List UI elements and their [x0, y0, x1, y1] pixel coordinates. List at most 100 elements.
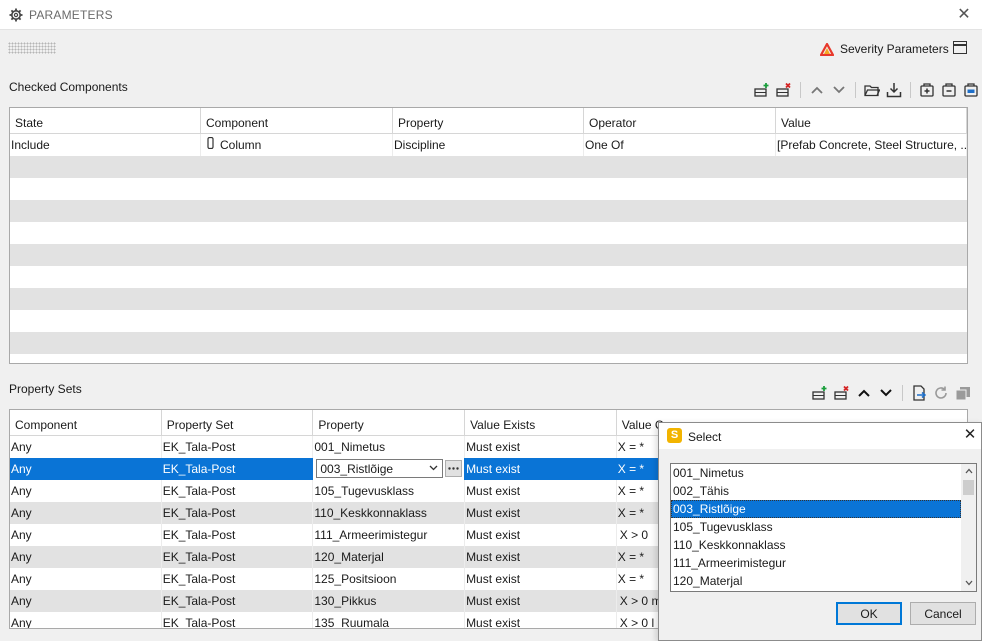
empty-row: [10, 244, 967, 266]
column-icon: [207, 137, 214, 149]
cell-value-exists[interactable]: Must exist: [465, 458, 617, 480]
add-row-icon[interactable]: [811, 384, 829, 402]
select-dialog-titlebar[interactable]: S Select ✕: [659, 423, 981, 449]
scroll-down-icon[interactable]: [965, 580, 973, 586]
cell-property-set[interactable]: EK_Tala-Post: [162, 502, 314, 524]
toolbar-separator: [910, 82, 911, 98]
list-item[interactable]: 105_Tugevusklass: [671, 518, 961, 536]
empty-row: [10, 222, 967, 244]
cell-value-exists[interactable]: Must exist: [465, 502, 617, 524]
close-window-icon[interactable]: ✕: [955, 6, 973, 24]
column-header-property-set[interactable]: Property Set: [162, 410, 314, 435]
column-header-property[interactable]: Property: [313, 410, 466, 435]
cell-value-exists[interactable]: Must exist: [465, 524, 617, 546]
close-dialog-icon[interactable]: ✕: [962, 427, 978, 443]
panel-toggle-icon[interactable]: [953, 41, 967, 54]
cell-component[interactable]: Any: [10, 480, 162, 502]
cell-property[interactable]: 110_Keskkonnaklass: [313, 502, 466, 524]
cell-component[interactable]: Any: [10, 612, 162, 628]
edit-group-icon[interactable]: [962, 81, 980, 99]
cell-component[interactable]: Any: [10, 502, 162, 524]
delete-row-icon[interactable]: [775, 81, 793, 99]
list-item[interactable]: 111_Armeerimistegur: [671, 554, 961, 572]
cell-property-set[interactable]: EK_Tala-Post: [162, 480, 314, 502]
cell-property[interactable]: 135_Ruumala: [313, 612, 466, 628]
cell-property-set[interactable]: EK_Tala-Post: [162, 546, 314, 568]
cell-value-exists[interactable]: Must exist: [465, 568, 617, 590]
column-header-component[interactable]: Component: [10, 410, 162, 435]
remove-group-icon[interactable]: [940, 81, 958, 99]
cell-property[interactable]: 125_Positsioon: [313, 568, 466, 590]
move-down-icon[interactable]: [877, 384, 895, 402]
cell-value-exists[interactable]: Must exist: [465, 612, 617, 628]
cell-property[interactable]: Discipline: [393, 134, 584, 156]
cell-property-set[interactable]: EK_Tala-Post: [162, 612, 314, 628]
title-bar: PARAMETERS ✕: [0, 0, 982, 30]
column-header-operator[interactable]: Operator: [584, 108, 776, 133]
column-header-state[interactable]: State: [10, 108, 201, 133]
move-down-icon[interactable]: [830, 81, 848, 99]
gear-icon: [9, 8, 23, 22]
cell-value-exists[interactable]: Must exist: [465, 590, 617, 612]
property-editor[interactable]: 003_Ristlõige: [313, 458, 466, 480]
cell-property[interactable]: 111_Armeerimistegur: [313, 524, 466, 546]
column-header-value-exists[interactable]: Value Exists: [465, 410, 617, 435]
empty-row: [10, 156, 967, 178]
cell-state[interactable]: Include: [10, 134, 201, 156]
cancel-button[interactable]: Cancel: [910, 602, 976, 625]
download-icon[interactable]: [885, 81, 903, 99]
list-item[interactable]: 002_Tähis: [671, 482, 961, 500]
copy-icon[interactable]: [954, 384, 972, 402]
select-dialog: S Select ✕ 001_Nimetus 002_Tähis 003_Ris…: [658, 422, 982, 641]
add-row-icon[interactable]: [753, 81, 771, 99]
property-combobox[interactable]: 003_Ristlõige: [316, 459, 444, 478]
cell-value[interactable]: [Prefab Concrete, Steel Structure, ...: [776, 134, 967, 156]
cell-property-set[interactable]: EK_Tala-Post: [162, 458, 314, 480]
cell-property-set[interactable]: EK_Tala-Post: [162, 590, 314, 612]
browse-button[interactable]: [445, 460, 463, 477]
cell-property[interactable]: 105_Tugevusklass: [313, 480, 466, 502]
scrollbar-thumb[interactable]: [963, 480, 974, 495]
list-item[interactable]: 120_Materjal: [671, 572, 961, 590]
chevron-down-icon[interactable]: [429, 465, 438, 471]
cell-component[interactable]: Any: [10, 436, 162, 458]
cell-component[interactable]: Column: [201, 134, 393, 156]
table-header: State Component Property Operator Value: [10, 108, 967, 134]
list-item[interactable]: 110_Keskkonnaklass: [671, 536, 961, 554]
severity-parameters-button[interactable]: Severity Parameters: [820, 40, 949, 58]
cell-property[interactable]: 120_Materjal: [313, 546, 466, 568]
list-item[interactable]: 001_Nimetus: [671, 464, 961, 482]
column-header-property[interactable]: Property: [393, 108, 584, 133]
cell-value-exists[interactable]: Must exist: [465, 480, 617, 502]
move-up-icon[interactable]: [808, 81, 826, 99]
cell-component[interactable]: Any: [10, 590, 162, 612]
cell-component[interactable]: Any: [10, 458, 162, 480]
add-group-icon[interactable]: [918, 81, 936, 99]
cell-operator[interactable]: One Of: [584, 134, 776, 156]
list-scrollbar[interactable]: [961, 464, 976, 591]
cell-component[interactable]: Any: [10, 546, 162, 568]
move-up-icon[interactable]: [855, 384, 873, 402]
delete-row-icon[interactable]: [833, 384, 851, 402]
scroll-up-icon[interactable]: [965, 468, 973, 474]
drag-handle[interactable]: [8, 42, 56, 54]
cell-property[interactable]: 001_Nimetus: [313, 436, 466, 458]
refresh-icon[interactable]: [932, 384, 950, 402]
column-header-component[interactable]: Component: [201, 108, 393, 133]
open-folder-icon[interactable]: [863, 81, 881, 99]
ok-button[interactable]: OK: [836, 602, 902, 625]
cell-property[interactable]: 130_Pikkus: [313, 590, 466, 612]
cell-property-set[interactable]: EK_Tala-Post: [162, 436, 314, 458]
column-header-value[interactable]: Value: [776, 108, 967, 133]
export-icon[interactable]: [910, 384, 928, 402]
cell-property-set[interactable]: EK_Tala-Post: [162, 524, 314, 546]
cell-component[interactable]: Any: [10, 568, 162, 590]
empty-row: [10, 310, 967, 332]
cell-property-set[interactable]: EK_Tala-Post: [162, 568, 314, 590]
table-row[interactable]: Include Column Discipline One Of [Prefab…: [10, 134, 967, 156]
cell-component[interactable]: Any: [10, 524, 162, 546]
select-listbox[interactable]: 001_Nimetus 002_Tähis 003_Ristlõige 105_…: [670, 463, 977, 592]
cell-value-exists[interactable]: Must exist: [465, 436, 617, 458]
cell-value-exists[interactable]: Must exist: [465, 546, 617, 568]
list-item-selected[interactable]: 003_Ristlõige: [671, 500, 961, 518]
